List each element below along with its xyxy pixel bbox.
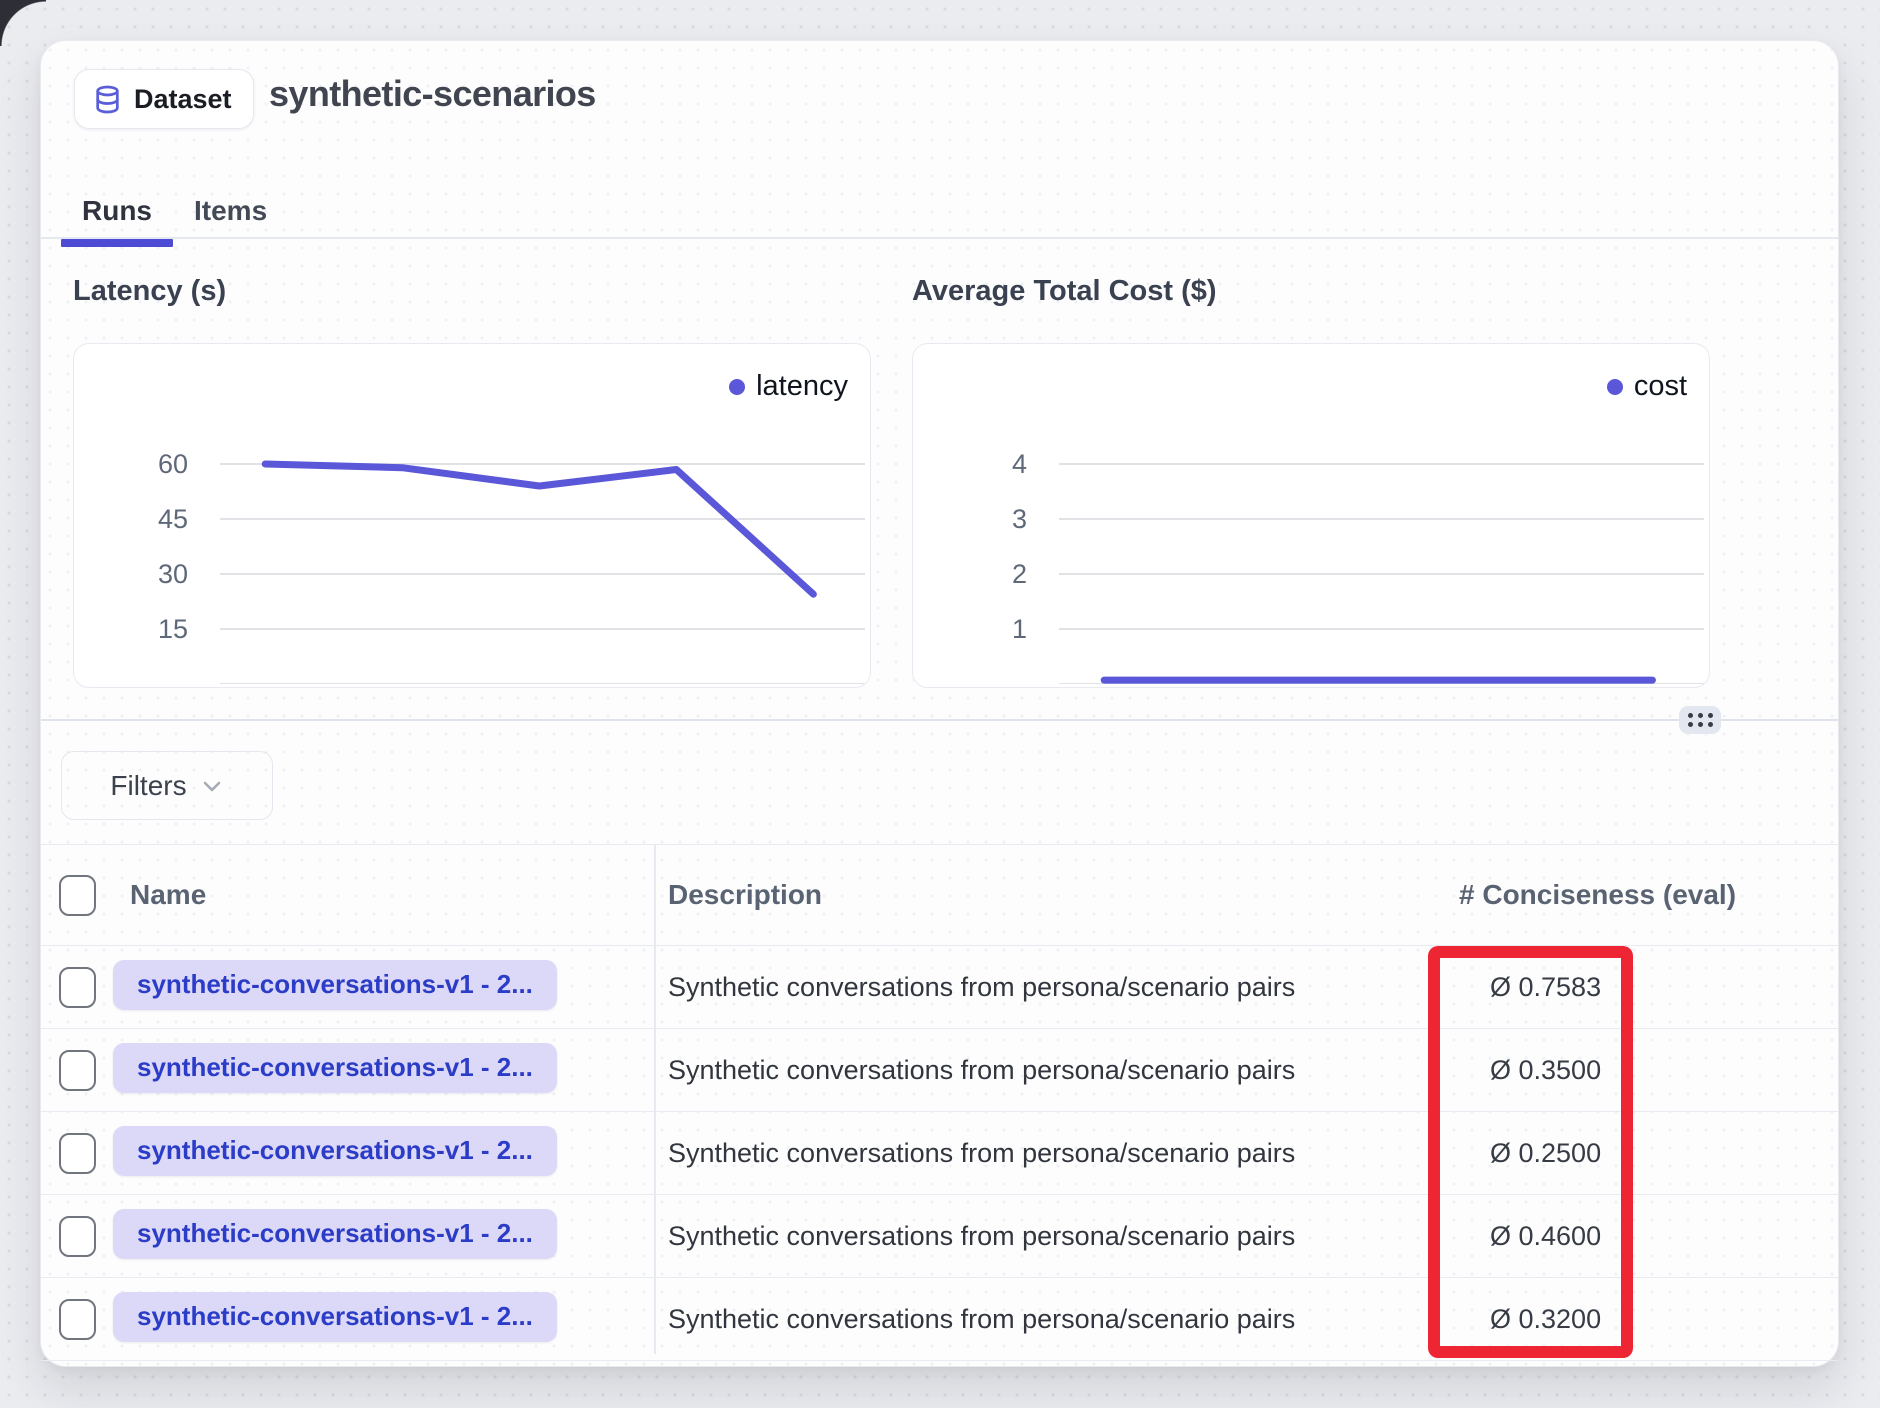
tabs-divider bbox=[41, 237, 1838, 239]
run-name-link[interactable]: synthetic-conversations-v1 - 2... bbox=[113, 1126, 557, 1176]
table-row: synthetic-conversations-v1 - 2... Synthe… bbox=[41, 1278, 1838, 1361]
filters-button-label: Filters bbox=[110, 770, 186, 802]
svg-text:60: 60 bbox=[158, 449, 188, 479]
conciseness-value: Ø 0.3500 bbox=[1459, 1055, 1601, 1085]
run-description: Synthetic conversations from persona/sce… bbox=[668, 1304, 1295, 1334]
run-name-link[interactable]: synthetic-conversations-v1 - 2... bbox=[113, 960, 557, 1010]
tab-items-label: Items bbox=[194, 195, 267, 226]
column-header-description: Description bbox=[668, 879, 822, 910]
svg-text:15: 15 bbox=[158, 614, 188, 644]
dataset-badge: Dataset bbox=[74, 69, 254, 129]
latency-legend-label: latency bbox=[756, 370, 848, 403]
filters-button[interactable]: Filters bbox=[61, 751, 273, 820]
cost-chart-card: cost 4 3 2 1 bbox=[912, 343, 1710, 688]
run-name-link[interactable]: synthetic-conversations-v1 - 2... bbox=[113, 1043, 557, 1093]
grip-dots-icon bbox=[1688, 713, 1713, 727]
drag-handle[interactable] bbox=[1679, 706, 1721, 734]
dataset-panel: Dataset synthetic-scenarios Runs Items L… bbox=[40, 40, 1839, 1367]
svg-text:30: 30 bbox=[158, 559, 188, 589]
svg-text:2: 2 bbox=[1012, 559, 1027, 589]
page-title: synthetic-scenarios bbox=[269, 73, 596, 115]
row-checkbox[interactable] bbox=[59, 1216, 96, 1257]
table-row: synthetic-conversations-v1 - 2... Synthe… bbox=[41, 1195, 1838, 1278]
conciseness-value: Ø 0.3200 bbox=[1459, 1304, 1601, 1334]
svg-text:45: 45 bbox=[158, 504, 188, 534]
window-corner bbox=[0, 0, 46, 46]
screen: { "header": { "badge_label": "Dataset", … bbox=[0, 0, 1880, 1408]
conciseness-value: Ø 0.7583 bbox=[1459, 972, 1601, 1002]
run-name-link[interactable]: synthetic-conversations-v1 - 2... bbox=[113, 1292, 557, 1342]
run-description: Synthetic conversations from persona/sce… bbox=[668, 972, 1295, 1002]
table-header-row: Name Description # Conciseness (eval) bbox=[41, 844, 1838, 946]
run-description: Synthetic conversations from persona/sce… bbox=[668, 1055, 1295, 1085]
svg-text:4: 4 bbox=[1012, 449, 1027, 479]
svg-text:3: 3 bbox=[1012, 504, 1027, 534]
database-icon bbox=[92, 84, 123, 115]
cost-legend-dot bbox=[1607, 379, 1623, 395]
cost-legend-label: cost bbox=[1634, 370, 1687, 403]
active-tab-underline bbox=[61, 239, 173, 247]
latency-legend[interactable]: latency bbox=[729, 370, 848, 403]
cost-line-chart: 4 3 2 1 bbox=[913, 344, 1706, 684]
row-checkbox[interactable] bbox=[59, 1299, 96, 1340]
dataset-badge-label: Dataset bbox=[134, 84, 232, 115]
run-description: Synthetic conversations from persona/sce… bbox=[668, 1221, 1295, 1251]
table-row: synthetic-conversations-v1 - 2... Synthe… bbox=[41, 946, 1838, 1029]
table-row: synthetic-conversations-v1 - 2... Synthe… bbox=[41, 1112, 1838, 1195]
row-checkbox[interactable] bbox=[59, 1133, 96, 1174]
row-checkbox[interactable] bbox=[59, 967, 96, 1008]
run-name-link[interactable]: synthetic-conversations-v1 - 2... bbox=[113, 1209, 557, 1259]
column-header-name: Name bbox=[109, 879, 206, 910]
latency-chart-card: latency 60 45 30 15 bbox=[73, 343, 871, 688]
chevron-down-icon bbox=[200, 774, 224, 798]
cost-chart-title: Average Total Cost ($) bbox=[912, 275, 1217, 308]
column-header-conciseness: # Conciseness (eval) bbox=[1459, 879, 1736, 910]
row-checkbox[interactable] bbox=[59, 1050, 96, 1091]
conciseness-value: Ø 0.4600 bbox=[1459, 1221, 1601, 1251]
table-row: synthetic-conversations-v1 - 2... Synthe… bbox=[41, 1029, 1838, 1112]
run-description: Synthetic conversations from persona/sce… bbox=[668, 1138, 1295, 1168]
section-divider bbox=[41, 719, 1838, 721]
runs-table: Name Description # Conciseness (eval) sy… bbox=[41, 844, 1838, 1366]
tab-runs-label: Runs bbox=[82, 195, 152, 226]
select-all-checkbox[interactable] bbox=[59, 875, 96, 916]
latency-chart-title: Latency (s) bbox=[73, 275, 226, 308]
latency-legend-dot bbox=[729, 379, 745, 395]
table-body: synthetic-conversations-v1 - 2... Synthe… bbox=[41, 946, 1838, 1361]
conciseness-value: Ø 0.2500 bbox=[1459, 1138, 1601, 1168]
cost-legend[interactable]: cost bbox=[1607, 370, 1687, 403]
svg-text:1: 1 bbox=[1012, 614, 1027, 644]
column-divider bbox=[654, 844, 656, 1354]
